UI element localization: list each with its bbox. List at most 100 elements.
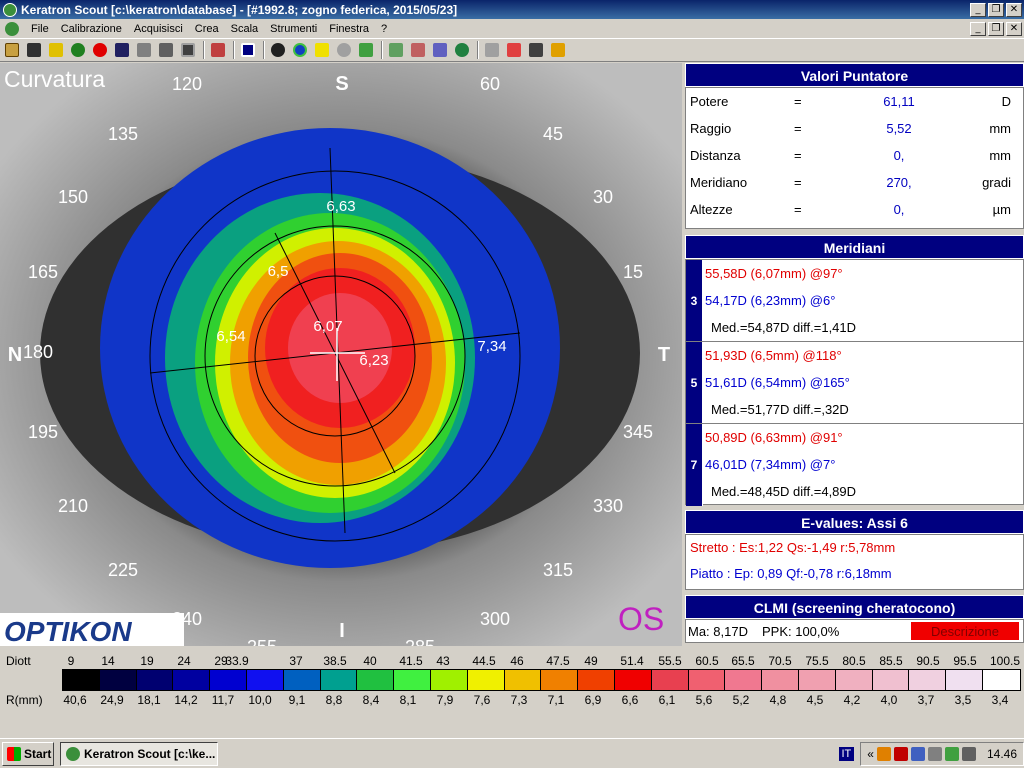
valori-unit: mm [989,121,1011,136]
tray-device-icon[interactable] [927,746,942,761]
windows-flag-icon [7,746,21,761]
degree-label: 180 [23,342,53,362]
diott-value: 70.5 [768,654,792,668]
degree-label: 345 [623,422,653,442]
valori-row: Altezze = 0, µm [686,196,1023,223]
system-tray: « 14.46 [860,741,1024,766]
grid-icon[interactable] [386,40,406,60]
meridian-ring-number: 7 [686,424,703,506]
topography-map[interactable]: 6,63 6,5 6,54 6,07 6,23 7,34 Curvatura 1… [0,63,682,646]
circle-icon[interactable] [290,40,310,60]
tray-shield-icon[interactable] [893,746,908,761]
valori-label: Altezze [690,202,733,217]
toolbar [0,38,1024,62]
valori-label: Distanza [690,148,741,163]
open-icon[interactable] [46,40,66,60]
meridian-flat: 46,01D (7,34mm) @7° [705,457,836,472]
grid3-icon[interactable] [430,40,450,60]
minimize-button[interactable]: _ [970,2,986,17]
valori-eq: = [794,94,802,109]
meridiani-table: 3 55,58D (6,07mm) @97° 54,17D (6,23mm) @… [685,259,1024,506]
meridian-ring-number: 5 [686,342,703,423]
eye-view-icon[interactable] [268,40,288,60]
valori-unit: mm [989,148,1011,163]
eye2-icon[interactable] [452,40,472,60]
valori-eq: = [794,121,802,136]
nasal-label: N [8,344,22,366]
menu-strumenti[interactable]: Strumenti [264,23,323,35]
rmm-value: 5,2 [732,693,750,707]
degree-label: 330 [593,496,623,516]
color-swatch [173,670,211,690]
menu-scala[interactable]: Scala [225,23,265,35]
taskbar-item-keratron[interactable]: Keratron Scout [c:\ke... [60,741,218,766]
letter-a-icon[interactable] [312,40,332,60]
rmm-value: 8,1 [399,693,417,707]
close-button[interactable]: ✕ [1006,2,1022,17]
rmm-value: 18,1 [137,693,161,707]
menu-crea[interactable]: Crea [189,23,225,35]
rmm-value: 40,6 [63,693,87,707]
valori-value: 0, [893,148,905,163]
tray-sync-icon[interactable] [944,746,959,761]
n-icon[interactable] [548,40,568,60]
color-swatch [651,670,689,690]
meridian-group[interactable]: 3 55,58D (6,07mm) @97° 54,17D (6,23mm) @… [686,260,1023,342]
diott-value: 90.5 [916,654,940,668]
tools-icon[interactable] [208,40,228,60]
start-button[interactable]: Start [2,741,54,766]
map-value-2: 6,5 [268,263,289,280]
layout-icon[interactable] [238,40,258,60]
valori-label: Potere [690,94,729,109]
grid2-icon[interactable] [408,40,428,60]
save-icon[interactable] [112,40,132,60]
maximize-button[interactable]: ❐ [988,2,1004,17]
eye-icon[interactable] [68,40,88,60]
diott-value: 44.5 [472,654,496,668]
tray-expand-icon[interactable]: « [867,747,874,761]
rmm-value: 14,2 [174,693,198,707]
compare-icon[interactable] [482,40,502,60]
color-swatch [578,670,615,690]
eye-profile-icon[interactable] [334,40,354,60]
color-swatch [946,670,983,690]
child-close-button[interactable]: ✕ [1006,21,1022,36]
clmi-ma: Ma: 8,17D [688,623,748,639]
degree-label: 315 [543,560,573,580]
diott-value: 51.4 [620,654,644,668]
save-as-icon[interactable] [134,40,154,60]
arrows-icon[interactable] [526,40,546,60]
menu-acquisisci[interactable]: Acquisisci [128,23,189,35]
tray-network-icon[interactable] [910,746,925,761]
color-swatch [982,670,1020,690]
scale-a-icon[interactable] [504,40,524,60]
print-icon[interactable] [156,40,176,60]
camera-icon[interactable] [24,40,44,60]
meridian-steep: 55,58D (6,07mm) @97° [705,266,843,281]
mdi-icon[interactable] [5,21,19,36]
superior-label: S [335,73,348,95]
menu-calibrazione[interactable]: Calibrazione [55,23,128,35]
monitor-icon[interactable] [178,40,198,60]
menu-file[interactable]: File [25,23,55,35]
menu-help[interactable]: ? [375,23,393,35]
valori-eq: = [794,202,802,217]
child-minimize-button[interactable]: _ [970,21,986,36]
meridian-group[interactable]: 5 51,93D (6,5mm) @118° 51,61D (6,54mm) @… [686,342,1023,424]
patient-icon[interactable] [2,40,22,60]
color-swatch [762,670,799,690]
stop-icon[interactable] [90,40,110,60]
meridian-group[interactable]: 7 50,89D (6,63mm) @91° 46,01D (7,34mm) @… [686,424,1023,506]
color-swatch [798,670,836,690]
tray-volume-icon[interactable] [961,746,976,761]
descrizione-button[interactable]: Descrizione [910,621,1020,641]
tray-app-icon[interactable] [876,746,891,761]
language-indicator[interactable]: IT [838,746,855,761]
menu-finestra[interactable]: Finestra [323,23,375,35]
valori-label: Meridiano [690,175,748,190]
degree-label: 195 [28,422,58,442]
degree-label: 255 [247,637,277,646]
child-restore-button[interactable]: ❐ [988,21,1004,36]
w-icon[interactable] [356,40,376,60]
color-swatch [504,670,542,690]
